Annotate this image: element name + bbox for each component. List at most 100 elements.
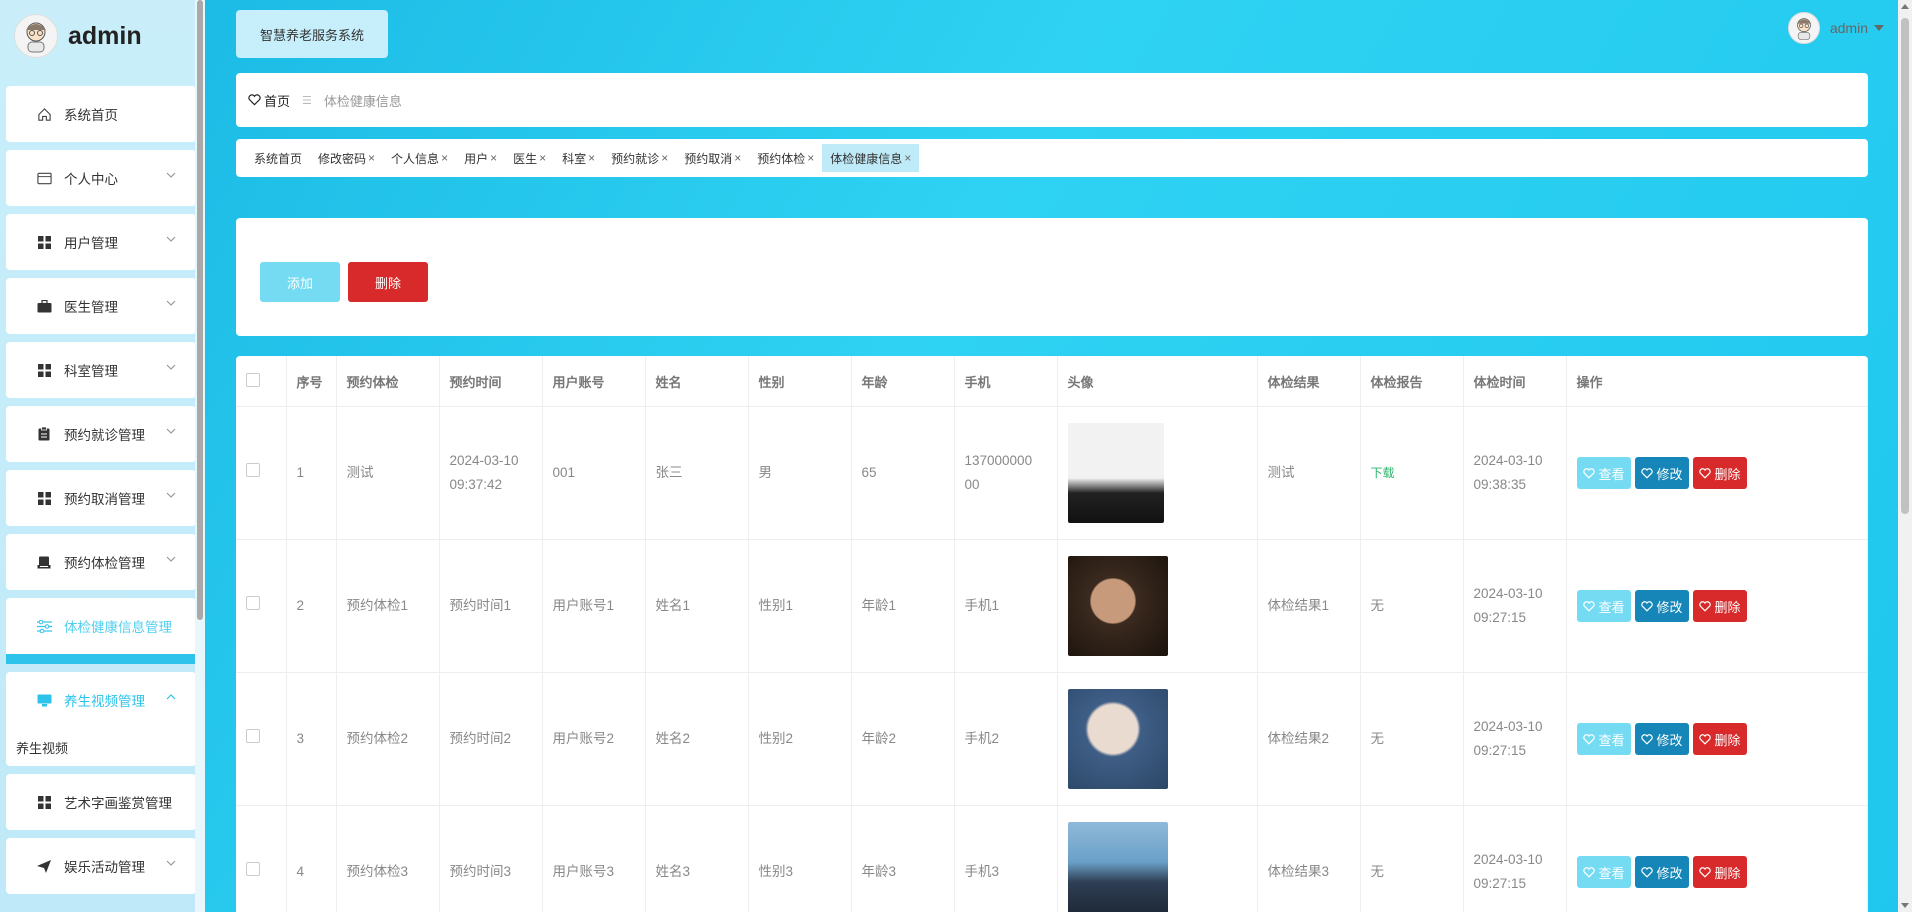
row-actions: 查看 修改 删除 (1576, 723, 1858, 755)
add-button[interactable]: 添加 (260, 262, 340, 302)
scroll-thumb[interactable] (1901, 18, 1909, 514)
heart-icon (1640, 733, 1653, 745)
view-label: 查看 (1598, 466, 1625, 482)
tag-checkup[interactable]: 预约体检 × (749, 144, 822, 172)
grid-icon (36, 490, 52, 506)
cell-result: 测试 (1257, 406, 1361, 540)
sidebar-item-health-info-management[interactable]: 体检健康信息管理 (6, 598, 196, 664)
cell-result: 体检结果3 (1257, 805, 1361, 912)
edit-button[interactable]: 修改 (1634, 723, 1689, 755)
heart-icon (1698, 600, 1711, 612)
close-icon[interactable]: × (807, 151, 814, 165)
cell-exam-time-clock: 09:27:15 (1473, 876, 1527, 891)
tag-change-password[interactable]: 修改密码 × (310, 144, 383, 172)
row-delete-button[interactable]: 删除 (1692, 723, 1747, 755)
cell-phone: 137000000 00 (954, 406, 1058, 540)
tag-personal-info[interactable]: 个人信息 × (383, 144, 456, 172)
tag-health-info[interactable]: 体检健康信息 × (822, 144, 920, 172)
sidebar-item-entertainment-management[interactable]: 娱乐活动管理 (6, 838, 196, 894)
tag-label: 科室 (562, 151, 587, 166)
close-icon[interactable]: × (368, 151, 375, 165)
select-all-checkbox[interactable] (246, 372, 260, 387)
cell-no: 2 (286, 539, 337, 673)
tag-cancellation[interactable]: 预约取消 × (676, 144, 749, 172)
sidebar-item-art-appreciation-management[interactable]: 艺术字画鉴赏管理 (6, 774, 196, 830)
sidebar-item-personal-center[interactable]: 个人中心 (6, 150, 196, 206)
view-button[interactable]: 查看 (1576, 457, 1631, 489)
edit-label: 修改 (1656, 865, 1683, 881)
data-table: 序号 预约体检 预约时间 用户账号 姓名 性别 年龄 手机 头像 体检结果 体检… (236, 356, 1868, 912)
row-checkbox[interactable] (246, 862, 260, 876)
column-header: 头像 (1057, 356, 1258, 407)
tag-label: 预约体检 (757, 151, 806, 166)
scroll-down-arrow-icon[interactable] (1901, 903, 1909, 908)
sidebar-item-home[interactable]: 系统首页 (6, 86, 196, 142)
chevron-up-icon (166, 694, 176, 700)
row-checkbox[interactable] (246, 463, 260, 477)
sidebar-item-user-management[interactable]: 用户管理 (6, 214, 196, 270)
edit-button[interactable]: 修改 (1634, 457, 1689, 489)
sidebar-item-cancellation-management[interactable]: 预约取消管理 (6, 470, 196, 526)
breadcrumb-home[interactable]: 首页 (248, 91, 290, 110)
close-icon[interactable]: × (539, 151, 546, 165)
grid-icon (36, 362, 52, 378)
close-icon[interactable]: × (441, 151, 448, 165)
cell-exam-time: 2024-03-10 09:38:35 (1463, 406, 1567, 540)
view-button[interactable]: 查看 (1576, 723, 1631, 755)
delete-button[interactable]: 删除 (348, 262, 428, 302)
close-icon[interactable]: × (661, 151, 668, 165)
sidebar-item-department-management[interactable]: 科室管理 (6, 342, 196, 398)
row-delete-button[interactable]: 删除 (1692, 457, 1747, 489)
row-select-cell (236, 672, 287, 806)
sidebar-item-label: 预约就诊管理 (64, 428, 145, 443)
column-header: 手机 (954, 356, 1058, 407)
row-select-cell (236, 539, 287, 673)
monitor-icon (36, 692, 52, 708)
close-icon[interactable]: × (734, 151, 741, 165)
row-checkbox[interactable] (246, 729, 260, 743)
tag-home[interactable]: 系统首页 (246, 144, 310, 172)
close-icon[interactable]: × (588, 151, 595, 165)
close-icon[interactable]: × (904, 151, 911, 165)
sidebar-scrollbar[interactable] (197, 0, 203, 620)
tag-department[interactable]: 科室 × (554, 144, 603, 172)
tag-label: 用户 (464, 151, 489, 166)
cell-gender: 性别1 (748, 539, 852, 673)
cell-age: 65 (851, 406, 955, 540)
row-delete-button[interactable]: 删除 (1692, 590, 1747, 622)
sidebar-item-wellness-video-management[interactable]: 养生视频管理 养生视频 (6, 672, 196, 766)
send-icon (36, 858, 52, 874)
cell-exam: 预约体检1 (336, 539, 440, 673)
edit-button[interactable]: 修改 (1634, 590, 1689, 622)
heart-icon (1698, 733, 1711, 745)
cell-time: 预约时间2 (439, 672, 543, 806)
page-scrollbar[interactable] (1898, 0, 1912, 912)
table-header-row: 序号 预约体检 预约时间 用户账号 姓名 性别 年龄 手机 头像 体检结果 体检… (236, 356, 1868, 407)
tag-user[interactable]: 用户 × (456, 144, 505, 172)
tag-doctor[interactable]: 医生 × (505, 144, 554, 172)
cell-age: 年龄3 (851, 805, 955, 912)
sidebar-item-checkup-management[interactable]: 预约体检管理 (6, 534, 196, 590)
row-checkbox[interactable] (246, 596, 260, 610)
sidebar-item-appointment-management[interactable]: 预约就诊管理 (6, 406, 196, 462)
tag-appointment[interactable]: 预约就诊 × (603, 144, 676, 172)
view-button[interactable]: 查看 (1576, 856, 1631, 888)
grid-icon (36, 234, 52, 250)
view-button[interactable]: 查看 (1576, 590, 1631, 622)
sidebar-item-label: 预约取消管理 (64, 492, 145, 507)
cell-exam-time-clock: 09:38:35 (1473, 477, 1527, 492)
scroll-up-arrow-icon[interactable] (1901, 4, 1909, 9)
sidebar-subitem-wellness-video[interactable]: 养生视频 (16, 738, 68, 757)
user-menu[interactable]: admin (1787, 12, 1884, 44)
cell-name: 姓名2 (645, 672, 749, 806)
heart-icon (1640, 866, 1653, 878)
row-delete-button[interactable]: 删除 (1692, 856, 1747, 888)
avatar-image (1067, 689, 1168, 789)
sidebar-item-doctor-management[interactable]: 医生管理 (6, 278, 196, 334)
download-link[interactable]: 下载 (1371, 466, 1395, 480)
edit-button[interactable]: 修改 (1634, 856, 1689, 888)
cell-exam-time-clock: 09:27:15 (1473, 610, 1527, 625)
close-icon[interactable]: × (490, 151, 497, 165)
cell-no: 3 (286, 672, 337, 806)
system-title: 智慧养老服务系统 (236, 10, 388, 58)
